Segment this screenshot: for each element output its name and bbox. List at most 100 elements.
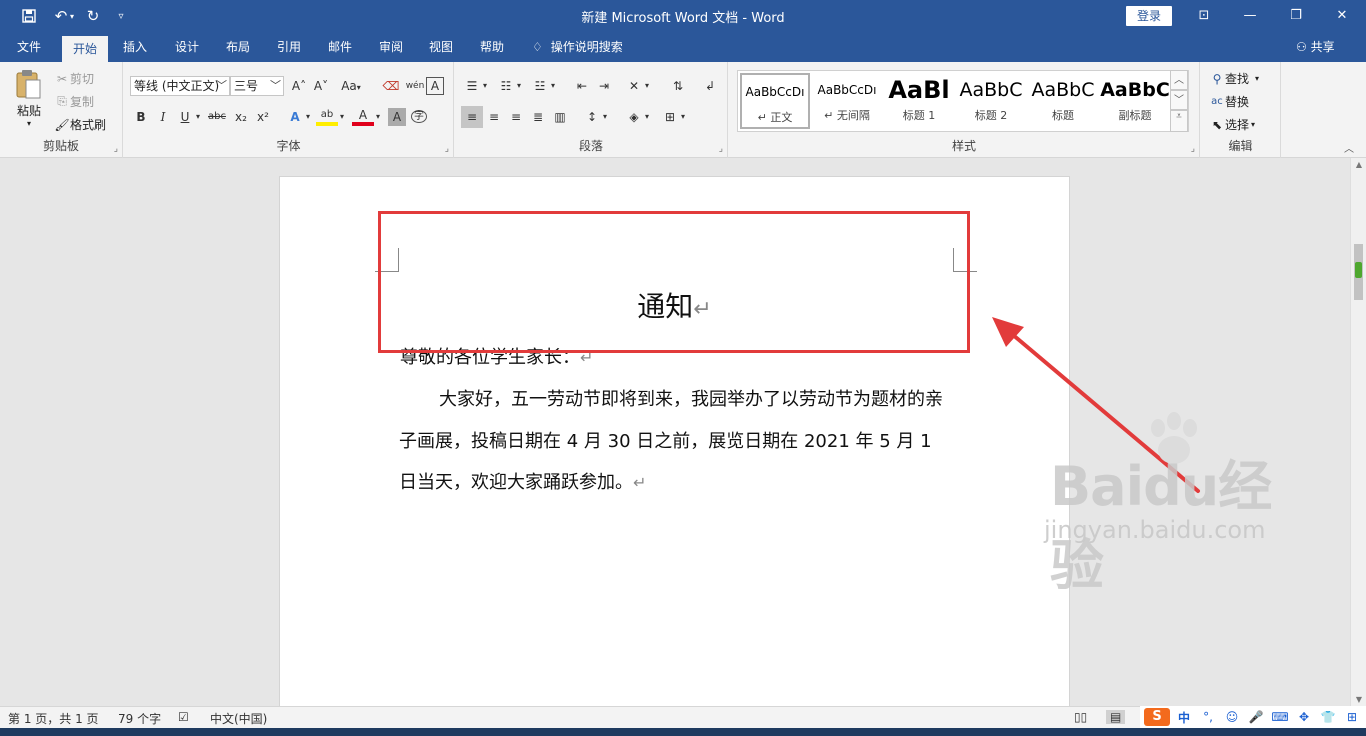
grow-font-button[interactable]: A˄: [288, 75, 310, 97]
word-count[interactable]: 79 个字: [118, 710, 161, 727]
highlight-dropdown-icon[interactable]: ▾: [336, 106, 348, 128]
tab-layout[interactable]: 布局: [217, 32, 259, 62]
grid-menu-icon[interactable]: ⊞: [1342, 710, 1362, 724]
tab-file[interactable]: 文件: [8, 32, 50, 62]
vertical-scrollbar[interactable]: ▲ ▼: [1350, 158, 1366, 706]
italic-button[interactable]: I: [152, 106, 174, 128]
multilevel-dropdown-icon[interactable]: ▾: [547, 75, 559, 97]
tab-view[interactable]: 视图: [420, 32, 462, 62]
show-marks-icon[interactable]: ↲: [699, 75, 721, 97]
borders-dropdown-icon[interactable]: ▾: [677, 106, 689, 128]
find-button[interactable]: ⚲ 查找 ▾: [1209, 70, 1259, 87]
ime-mode[interactable]: 中: [1174, 709, 1194, 726]
bullets-dropdown-icon[interactable]: ▾: [479, 75, 491, 97]
replace-button[interactable]: ac 替换: [1209, 93, 1249, 110]
copy-button[interactable]: ⎘ 复制: [54, 93, 94, 110]
tell-me-search[interactable]: ♢ 操作说明搜索: [532, 32, 623, 62]
minimize-icon[interactable]: —: [1230, 4, 1270, 28]
gallery-scroll-down-icon[interactable]: ﹀: [1170, 90, 1188, 110]
align-center-icon[interactable]: ≡: [483, 106, 505, 128]
clear-formatting-icon[interactable]: ⌫: [380, 75, 402, 97]
decrease-indent-icon[interactable]: ⇤: [571, 75, 593, 97]
subscript-button[interactable]: x₂: [230, 106, 252, 128]
style-title[interactable]: AaBbC 标题: [1028, 73, 1098, 129]
tab-insert[interactable]: 插入: [114, 32, 156, 62]
body-text: 大家好，五一劳动节即将到来，我园举办了以劳动节为题材的亲子画展，投稿日期在 4 …: [399, 389, 943, 493]
select-button[interactable]: ⬉ 选择 ▾: [1209, 116, 1255, 133]
justify-icon[interactable]: ≣: [527, 106, 549, 128]
tab-review[interactable]: 审阅: [370, 32, 412, 62]
line-spacing-dropdown-icon[interactable]: ▾: [599, 106, 611, 128]
bold-button[interactable]: B: [130, 106, 152, 128]
numbering-dropdown-icon[interactable]: ▾: [513, 75, 525, 97]
distributed-icon[interactable]: ▥: [549, 106, 571, 128]
shading-dropdown-icon[interactable]: ▾: [641, 106, 653, 128]
phonetic-guide-button[interactable]: wén: [404, 75, 426, 97]
tab-mailings[interactable]: 邮件: [319, 32, 361, 62]
character-border-button[interactable]: A: [426, 77, 444, 95]
font-color-button[interactable]: A: [352, 106, 374, 126]
strikethrough-button[interactable]: abc: [206, 106, 228, 128]
shrink-font-button[interactable]: A˅: [310, 75, 332, 97]
tab-design[interactable]: 设计: [166, 32, 208, 62]
style-heading-2[interactable]: AaBbC 标题 2: [956, 73, 1026, 129]
language-indicator[interactable]: 中文(中国): [210, 710, 267, 727]
ime-toolbar: S 中 °, ☺ 🎤 ⌨ ✥ 👕 ⊞: [1140, 706, 1366, 728]
tab-references[interactable]: 引用: [268, 32, 310, 62]
paste-button[interactable]: 粘贴 ▾: [8, 68, 50, 132]
scroll-up-icon[interactable]: ▲: [1353, 160, 1365, 169]
style-normal[interactable]: AaBbCcDı ↵ 正文: [740, 73, 810, 129]
skin-icon[interactable]: 👕: [1318, 710, 1338, 724]
read-mode-icon[interactable]: ▯▯: [1074, 710, 1087, 724]
cut-button[interactable]: ✂ 剪切: [54, 70, 94, 87]
emoji-icon[interactable]: ☺: [1222, 710, 1242, 724]
underline-dropdown-icon[interactable]: ▾: [192, 106, 204, 128]
maximize-icon[interactable]: ❐: [1276, 4, 1316, 28]
text-effects-dropdown-icon[interactable]: ▾: [302, 106, 314, 128]
tab-home[interactable]: 开始: [62, 36, 108, 62]
font-launcher-icon[interactable]: ⌟: [445, 144, 449, 154]
format-painter-label: 格式刷: [70, 118, 107, 132]
clipboard-launcher-icon[interactable]: ⌟: [114, 144, 118, 154]
sort-icon[interactable]: ⇅: [667, 75, 689, 97]
keyboard-icon[interactable]: ⌨: [1270, 710, 1290, 724]
paragraph-launcher-icon[interactable]: ⌟: [719, 144, 723, 154]
highlight-annotation-box: [378, 211, 970, 353]
superscript-button[interactable]: x²: [252, 106, 274, 128]
style-no-spacing[interactable]: AaBbCcDı ↵ 无间隔: [812, 73, 882, 129]
microphone-icon[interactable]: 🎤: [1246, 710, 1266, 724]
scroll-down-icon[interactable]: ▼: [1353, 695, 1365, 704]
gallery-scroll-up-icon[interactable]: ︿: [1170, 70, 1188, 90]
share-button[interactable]: ⚇ 共享: [1296, 32, 1335, 62]
proofing-icon[interactable]: ☑: [178, 710, 189, 724]
punctuation-icon[interactable]: °,: [1198, 710, 1218, 724]
increase-indent-icon[interactable]: ⇥: [593, 75, 615, 97]
font-family-select[interactable]: 等线 (中文正文) ﹀: [130, 76, 230, 96]
font-color-dropdown-icon[interactable]: ▾: [372, 106, 384, 128]
sogou-logo-icon[interactable]: S: [1144, 708, 1170, 726]
align-left-icon[interactable]: ≡: [461, 106, 483, 128]
align-right-icon[interactable]: ≡: [505, 106, 527, 128]
toolbox-icon[interactable]: ✥: [1294, 710, 1314, 724]
tab-help[interactable]: 帮助: [471, 32, 513, 62]
print-layout-icon[interactable]: ▤: [1106, 710, 1126, 724]
replace-icon: ac: [1211, 96, 1223, 107]
font-size-value: 三号: [234, 79, 259, 93]
style-heading-1[interactable]: AaBl 标题 1: [884, 73, 954, 129]
ribbon-display-options-icon[interactable]: ⊡: [1184, 4, 1224, 28]
login-button[interactable]: 登录: [1126, 6, 1172, 26]
character-shading-button[interactable]: A: [388, 108, 406, 126]
font-size-select[interactable]: 三号 ﹀: [230, 76, 284, 96]
page-count[interactable]: 第 1 页，共 1 页: [8, 710, 99, 727]
enclose-characters-button[interactable]: 字: [408, 106, 430, 128]
body-paragraph[interactable]: 大家好，五一劳动节即将到来，我园举办了以劳动节为题材的亲子画展，投稿日期在 4 …: [399, 379, 947, 504]
style-subtitle[interactable]: AaBbC 副标题: [1100, 73, 1170, 129]
chinese-layout-dropdown-icon[interactable]: ▾: [641, 75, 653, 97]
collapse-ribbon-icon[interactable]: ︿: [1344, 140, 1354, 155]
close-icon[interactable]: ✕: [1322, 4, 1362, 28]
styles-launcher-icon[interactable]: ⌟: [1191, 144, 1195, 154]
highlight-button[interactable]: ab: [316, 106, 338, 126]
gallery-more-icon[interactable]: ⩡: [1170, 110, 1188, 132]
change-case-button[interactable]: Aa▾: [336, 75, 366, 97]
format-painter-button[interactable]: 🖌 格式刷: [54, 116, 106, 133]
